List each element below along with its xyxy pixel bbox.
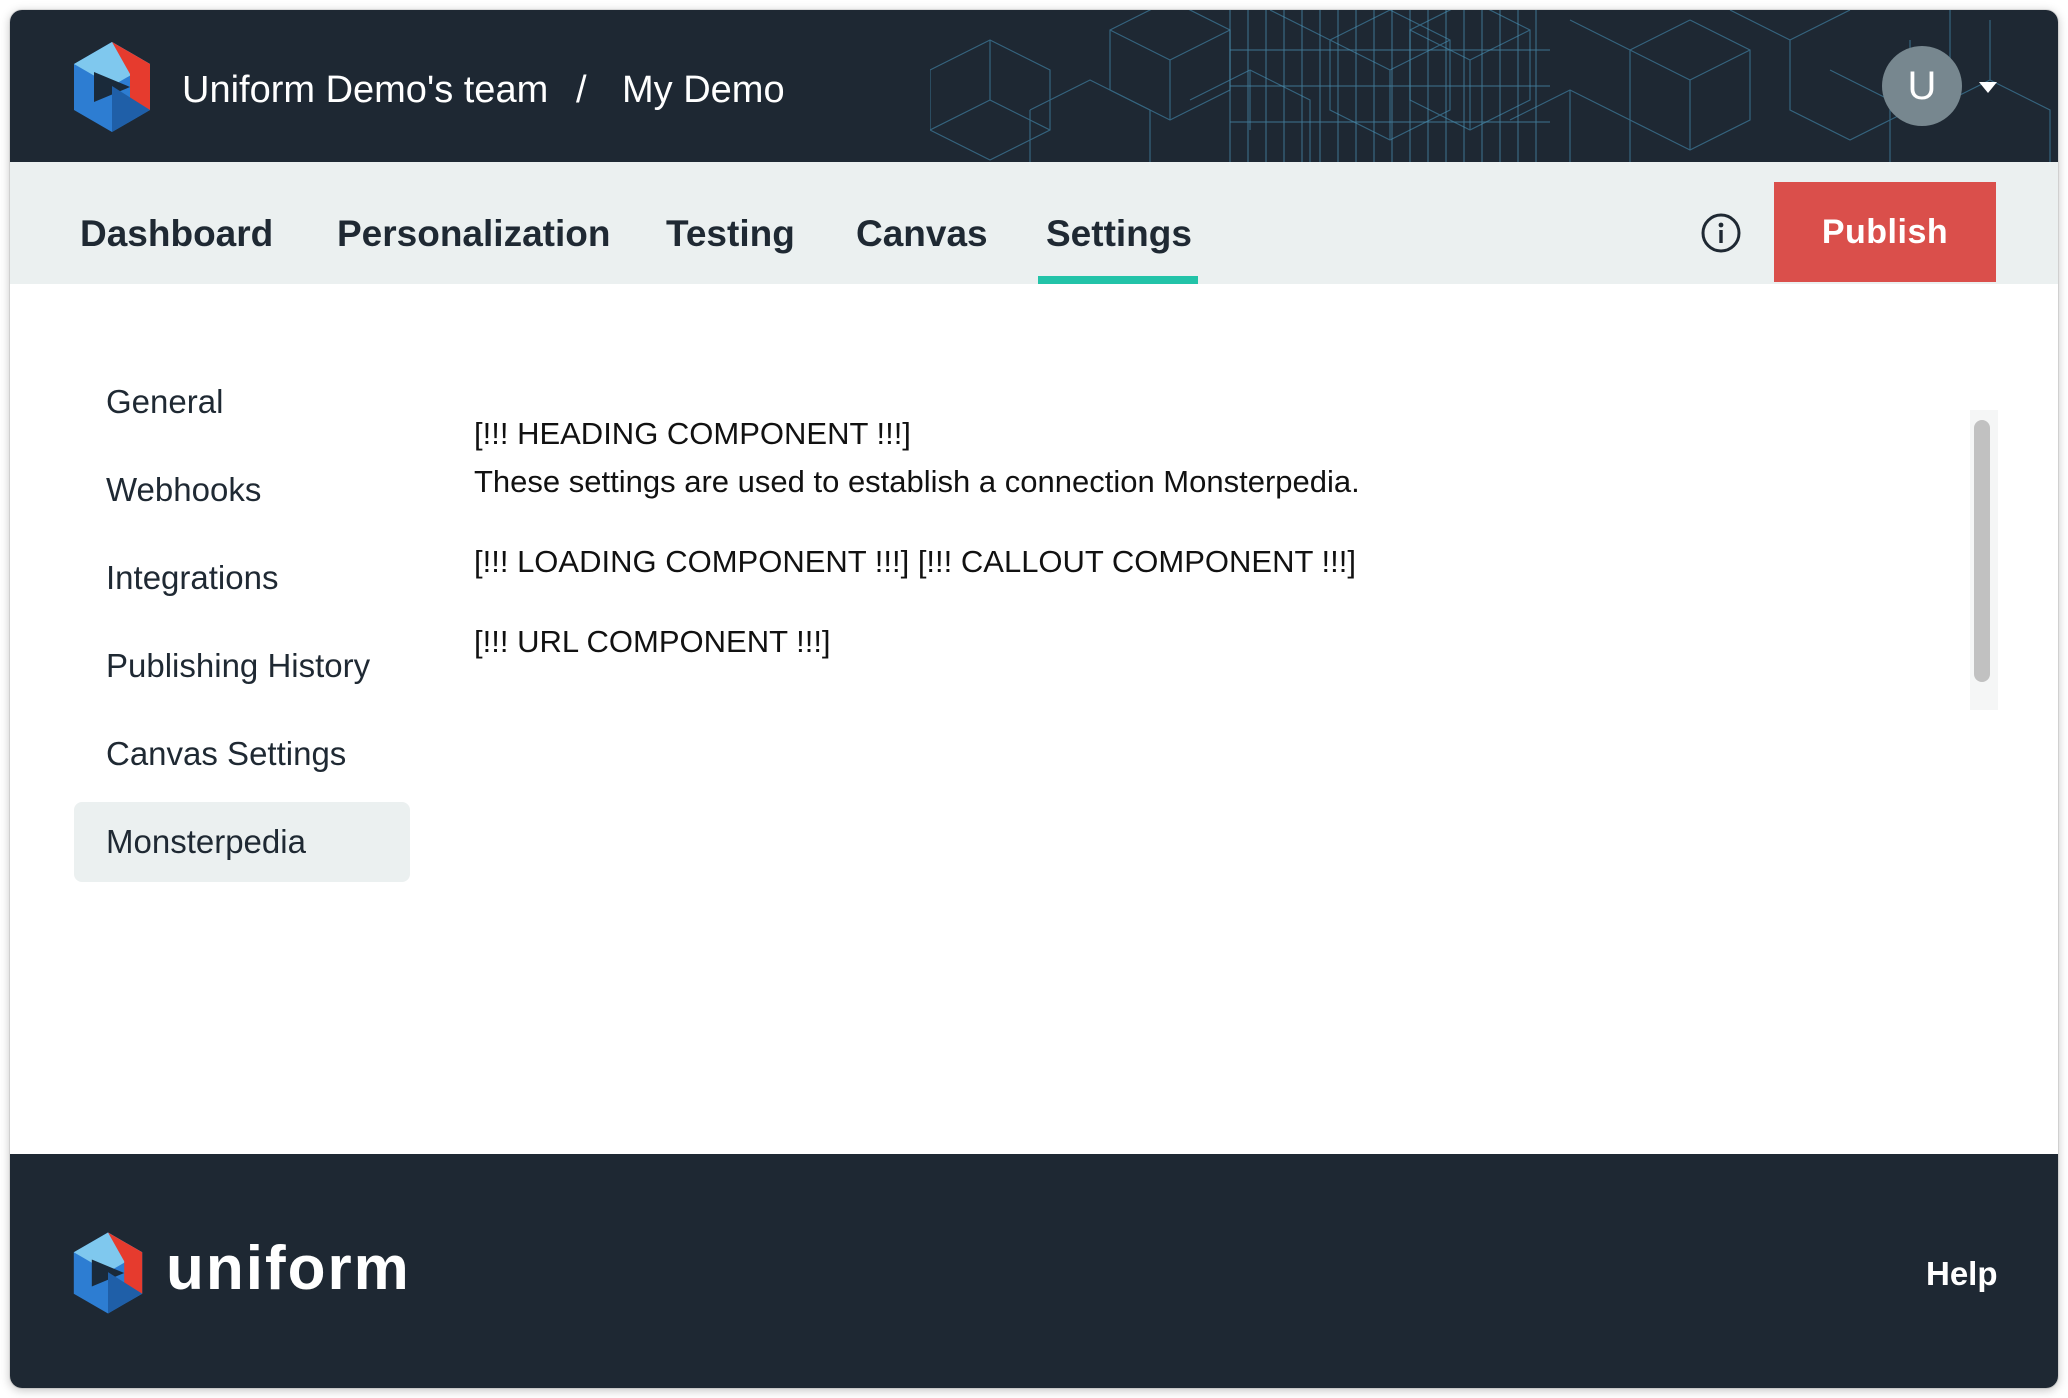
sidebar-item-monsterpedia[interactable]: Monsterpedia: [74, 802, 410, 882]
project-name-breadcrumb[interactable]: My Demo: [622, 68, 785, 112]
settings-description: These settings are used to establish a c…: [474, 464, 1360, 499]
main-nav: Dashboard Personalization Testing Canvas…: [10, 162, 2058, 284]
caret-down-icon[interactable]: [1979, 82, 1997, 93]
sidebar-item-general[interactable]: General: [74, 362, 410, 442]
help-link[interactable]: Help: [1926, 1254, 1998, 1294]
breadcrumb-separator: /: [576, 69, 587, 111]
uniform-logo-icon: [73, 1232, 143, 1314]
sidebar-item-canvas-settings[interactable]: Canvas Settings: [74, 714, 410, 794]
user-avatar[interactable]: U: [1882, 46, 1962, 126]
tab-settings[interactable]: Settings: [1046, 212, 1192, 256]
footer-brand-wordmark: uniform: [166, 1234, 411, 1303]
publish-button[interactable]: Publish: [1774, 182, 1996, 282]
sidebar-item-publishing-history[interactable]: Publishing History: [74, 626, 410, 706]
app-window: Uniform Demo's team / My Demo U Dashboar…: [10, 10, 2058, 1388]
team-name-breadcrumb[interactable]: Uniform Demo's team: [182, 68, 548, 112]
tab-dashboard[interactable]: Dashboard: [80, 212, 273, 256]
tab-canvas[interactable]: Canvas: [856, 212, 988, 256]
uniform-logo-icon[interactable]: [72, 42, 152, 132]
sidebar-item-webhooks[interactable]: Webhooks: [74, 450, 410, 530]
settings-content: [!!! HEADING COMPONENT !!!] These settin…: [474, 410, 1954, 666]
sidebar-item-integrations[interactable]: Integrations: [74, 538, 410, 618]
footer: uniform Help: [10, 1154, 2058, 1388]
loading-callout-placeholder: [!!! LOADING COMPONENT !!!] [!!! CALLOUT…: [474, 544, 1356, 579]
active-tab-indicator: [1038, 276, 1198, 284]
tab-personalization[interactable]: Personalization: [337, 212, 610, 256]
url-component-placeholder: [!!! URL COMPONENT !!!]: [474, 624, 831, 659]
tab-testing[interactable]: Testing: [666, 212, 795, 256]
top-header: Uniform Demo's team / My Demo U: [10, 10, 2058, 162]
heading-component-placeholder: [!!! HEADING COMPONENT !!!]: [474, 416, 911, 451]
info-icon[interactable]: [1700, 212, 1742, 254]
content-scrollbar-thumb[interactable]: [1974, 420, 1990, 682]
